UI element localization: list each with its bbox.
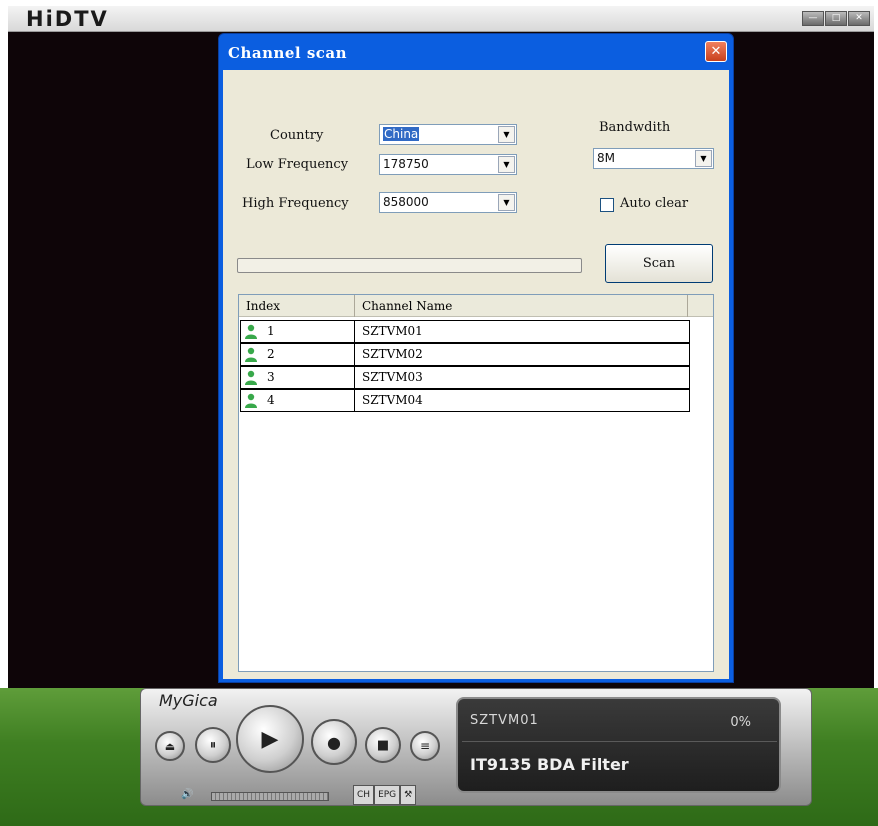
country-label: Country: [270, 128, 324, 143]
dropdown-arrow-icon[interactable]: ▼: [498, 194, 515, 211]
minimize-button[interactable]: —: [802, 11, 824, 26]
high-frequency-label: High Frequency: [242, 196, 349, 211]
open-button[interactable]: ⏏: [155, 731, 185, 761]
dialog-body: Country China ▼ Low Frequency 178750 ▼ H…: [223, 70, 729, 679]
bandwidth-select[interactable]: 8M ▼: [593, 148, 714, 169]
column-header-index[interactable]: Index: [239, 295, 355, 317]
index-cell: 2: [240, 343, 355, 366]
channel-list: Index Channel Name 1 SZTVM01 2 SZTVM02 3…: [238, 294, 714, 672]
index-cell: 4: [240, 389, 355, 412]
table-row[interactable]: 2 SZTVM02: [240, 343, 691, 366]
info-display: SZTVM01 0% IT9135 BDA Filter: [456, 697, 781, 793]
user-icon: [245, 324, 257, 339]
index-cell: 3: [240, 366, 355, 389]
app-logo: HiDTV: [26, 7, 109, 31]
column-header-channel-name[interactable]: Channel Name: [355, 295, 688, 317]
signal-percent: 0%: [730, 715, 751, 730]
index-value: 3: [267, 370, 275, 384]
country-select[interactable]: China ▼: [379, 124, 517, 145]
index-value: 1: [267, 324, 275, 338]
auto-clear-checkbox[interactable]: [600, 198, 614, 212]
stop-button[interactable]: ■: [365, 727, 401, 763]
close-app-button[interactable]: ✕: [848, 11, 870, 26]
dropdown-arrow-icon[interactable]: ▼: [498, 156, 515, 173]
channel-name-cell: SZTVM03: [354, 366, 690, 389]
country-value: China: [383, 127, 420, 141]
scan-button[interactable]: Scan: [605, 244, 713, 283]
app-titlebar: HiDTV — □ ✕: [8, 6, 874, 32]
tab-settings[interactable]: ⚒: [400, 785, 417, 805]
index-value: 2: [267, 347, 275, 361]
filter-name: IT9135 BDA Filter: [470, 755, 629, 774]
auto-clear-label: Auto clear: [620, 196, 689, 211]
maximize-button[interactable]: □: [825, 11, 847, 26]
brand-logo: MyGica: [159, 691, 218, 710]
low-frequency-select[interactable]: 178750 ▼: [379, 154, 517, 175]
user-icon: [245, 347, 257, 362]
play-button[interactable]: ▶: [236, 705, 304, 773]
tab-epg[interactable]: EPG: [374, 785, 401, 805]
bandwidth-value: 8M: [597, 151, 615, 165]
player-tabs: CH EPG ⚒: [353, 785, 417, 805]
high-frequency-select[interactable]: 858000 ▼: [379, 192, 517, 213]
channel-scan-dialog: Channel scan ✕ Country China ▼ Low Frequ…: [218, 33, 734, 683]
table-row[interactable]: 3 SZTVM03: [240, 366, 691, 389]
list-header: Index Channel Name: [239, 295, 713, 317]
user-icon: [245, 393, 257, 408]
pause-button[interactable]: ⏸: [195, 727, 231, 763]
scan-progress-bar: [237, 258, 582, 273]
index-cell: 1: [240, 320, 355, 343]
player-control-panel: MyGica ⏏ ⏸ ▶ ● ■ ≡ 🔊 CH EPG ⚒ SZTVM01 0%…: [140, 688, 812, 806]
low-frequency-value: 178750: [383, 157, 429, 171]
table-row[interactable]: 1 SZTVM01: [240, 320, 691, 343]
channel-name-cell: SZTVM02: [354, 343, 690, 366]
tab-ch[interactable]: CH: [353, 785, 375, 805]
volume-icon[interactable]: 🔊: [181, 789, 193, 800]
dropdown-arrow-icon[interactable]: ▼: [695, 150, 712, 167]
table-row[interactable]: 4 SZTVM04: [240, 389, 691, 412]
channel-name-cell: SZTVM04: [354, 389, 690, 412]
channel-name-cell: SZTVM01: [354, 320, 690, 343]
dialog-title: Channel scan: [228, 44, 348, 62]
current-channel: SZTVM01: [470, 713, 539, 728]
menu-button[interactable]: ≡: [410, 731, 440, 761]
dropdown-arrow-icon[interactable]: ▼: [498, 126, 515, 143]
user-icon: [245, 370, 257, 385]
window-controls: — □ ✕: [802, 11, 870, 26]
volume-slider[interactable]: [211, 792, 329, 801]
record-button[interactable]: ●: [311, 719, 357, 765]
display-divider: [462, 741, 777, 742]
low-frequency-label: Low Frequency: [246, 157, 349, 172]
bandwidth-label: Bandwdith: [599, 120, 671, 135]
index-value: 4: [267, 393, 275, 407]
high-frequency-value: 858000: [383, 195, 429, 209]
dialog-close-button[interactable]: ✕: [705, 41, 727, 62]
